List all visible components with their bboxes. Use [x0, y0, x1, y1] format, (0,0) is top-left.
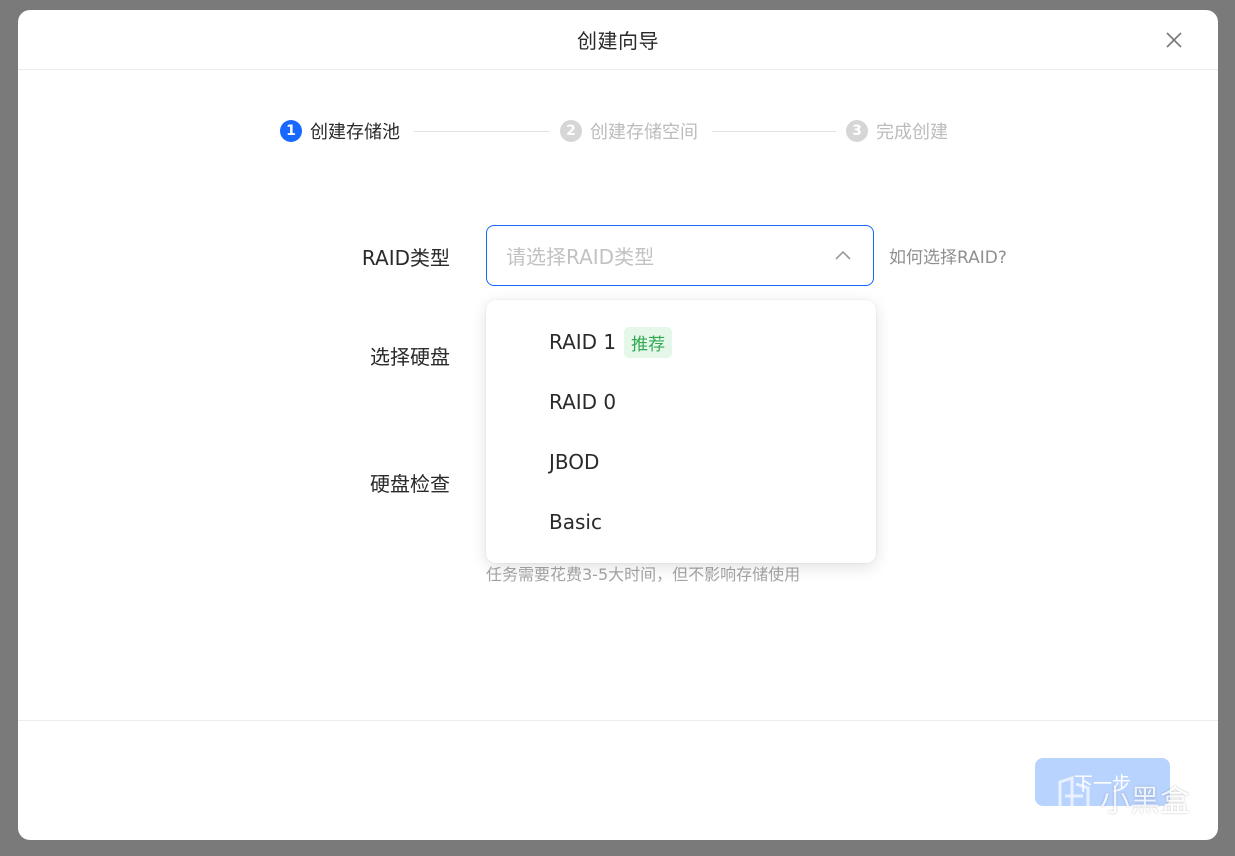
raid-type-dropdown: RAID 1 推荐 RAID 0 JBOD Basic: [486, 300, 876, 563]
disk-check-label: 硬盘检查: [370, 472, 450, 496]
select-disk-label: 选择硬盘: [370, 345, 450, 369]
option-label: RAID 1: [549, 330, 617, 354]
step-create-pool: 1 创建存储池: [280, 118, 400, 144]
watermark-logo-icon: [1058, 776, 1090, 819]
dialog-title: 创建向导: [577, 29, 659, 53]
raid-type-placeholder: 请选择RAID类型: [506, 245, 655, 269]
dialog-footer: 下一步: [18, 720, 1218, 840]
step-number: 3: [846, 120, 868, 142]
option-label: JBOD: [549, 450, 600, 474]
step-label: 完成创建: [876, 122, 948, 143]
disk-check-hint: 任务需要花费3-5大时间，但不影响存储使用: [486, 565, 801, 584]
option-label: RAID 0: [549, 390, 617, 414]
option-basic[interactable]: Basic: [486, 492, 876, 552]
wizard-steps: 1 创建存储池 2 创建存储空间 3 完成创建: [280, 118, 948, 144]
step-connector: [712, 130, 836, 132]
option-raid-1[interactable]: RAID 1 推荐: [486, 312, 876, 372]
option-raid-0[interactable]: RAID 0: [486, 372, 876, 432]
step-connector: [414, 130, 550, 132]
option-label: Basic: [549, 510, 602, 534]
step-number: 1: [280, 120, 302, 142]
dialog-header: 创建向导: [18, 10, 1218, 70]
create-wizard-dialog: 创建向导 1 创建存储池 2 创建存储空间 3 完成创建 RAID类型 请选择R…: [18, 10, 1218, 840]
raid-type-label: RAID类型: [361, 246, 450, 270]
step-create-space: 2 创建存储空间: [560, 118, 698, 144]
step-finish: 3 完成创建: [846, 118, 948, 144]
watermark: 小黑盒: [1052, 776, 1190, 820]
watermark-text: 小黑盒: [1100, 784, 1190, 819]
step-label: 创建存储空间: [590, 122, 698, 143]
raid-type-select[interactable]: 请选择RAID类型: [486, 225, 874, 286]
chevron-up-icon: [835, 250, 851, 260]
step-number: 2: [560, 120, 582, 142]
how-to-choose-raid-link[interactable]: 如何选择RAID?: [889, 243, 1007, 268]
recommended-badge: 推荐: [624, 326, 673, 358]
step-label: 创建存储池: [310, 122, 400, 143]
close-icon[interactable]: [1164, 30, 1184, 50]
option-jbod[interactable]: JBOD: [486, 432, 876, 492]
